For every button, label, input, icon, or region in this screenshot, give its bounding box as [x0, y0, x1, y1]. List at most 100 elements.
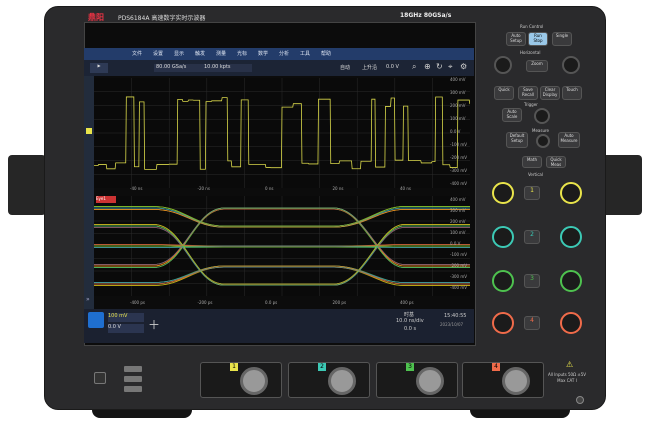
save-recall-button[interactable]: Save Recall	[518, 86, 538, 100]
waveform-plot[interactable]	[94, 78, 470, 188]
ch1-scale-knob[interactable]	[560, 182, 582, 204]
eye-tag: Eye1	[96, 196, 116, 203]
top-x-label: 0 ns	[265, 186, 274, 191]
measure-knob[interactable]	[536, 134, 550, 148]
usb-port-3[interactable]	[124, 386, 142, 392]
clear-display-button[interactable]: Clear Display	[540, 86, 560, 100]
run-stop-button[interactable]: Run Stop	[528, 32, 548, 46]
zoom-button[interactable]: Zoom	[526, 60, 548, 72]
ch4-scale-knob[interactable]	[560, 312, 582, 334]
top-y-label: 300 mV	[450, 90, 466, 95]
ch3-scale-knob[interactable]	[560, 270, 582, 292]
trigger-label: Trigger	[524, 102, 538, 107]
input-rating-note: All Inputs 50Ω ±5V Max CAT I	[548, 372, 586, 383]
measure-label: Measure	[532, 128, 549, 133]
trigger-mode[interactable]: 自动	[340, 64, 350, 71]
model-title: PDS6184A 高速数字实时示波器	[118, 15, 206, 22]
top-x-label: 40 ns	[400, 186, 411, 191]
menu-item-6[interactable]: 数学	[258, 50, 268, 57]
ch1-marker[interactable]	[86, 128, 92, 134]
zoom-icon[interactable]: ⊕	[424, 62, 431, 71]
ch4-bnc-input[interactable]	[502, 367, 530, 395]
ch1-scale[interactable]: 100 mV	[108, 313, 144, 322]
auto-measure-button[interactable]: Auto Measure	[558, 132, 580, 148]
auto-setup-button[interactable]: Auto Setup	[506, 32, 526, 46]
menu-item-2[interactable]: 显示	[174, 50, 184, 57]
add-channel-icon[interactable]: ＋	[148, 316, 160, 333]
trigger-level[interactable]: 0.0 V	[386, 64, 399, 70]
ch2-bnc-input[interactable]	[328, 367, 356, 395]
horizontal-label: Horizontal	[520, 50, 541, 55]
control-panel: Run Control Auto Setup Run Stop Single H…	[484, 22, 588, 352]
touch-button[interactable]: Touch	[562, 86, 582, 100]
top-x-label: -40 ns	[130, 186, 143, 191]
top-y-label: 400 mV	[450, 77, 466, 82]
ch3-bnc-input[interactable]	[416, 367, 444, 395]
timebase-value[interactable]: 10.0 ns/div	[396, 318, 424, 324]
run-control-label: Run Control	[520, 24, 544, 29]
ch1-button[interactable]: 1	[524, 186, 540, 200]
top-y-label: -200 mV	[450, 155, 467, 160]
usb-port-2[interactable]	[124, 376, 142, 382]
ch2-button[interactable]: 2	[524, 230, 540, 244]
eye-y-label: -400 mV	[450, 285, 467, 290]
top-y-label: -400 mV	[450, 181, 467, 186]
clock-date: 2023/10/07	[440, 322, 464, 327]
record-length-field[interactable]: 10.00 kpts	[204, 64, 250, 72]
eye-x-label: -200 ps	[197, 300, 213, 305]
ch1-bnc-input[interactable]	[240, 367, 268, 395]
top-y-label: 200 mV	[450, 103, 466, 108]
quick-meas-button[interactable]: Quick Meas	[546, 156, 566, 168]
ch4-position-knob[interactable]	[492, 312, 514, 334]
menu-item-3[interactable]: 触发	[195, 50, 205, 57]
eye-y-label: 300 mV	[450, 208, 466, 213]
menu-item-5[interactable]: 光标	[237, 50, 247, 57]
horizontal-position-knob[interactable]	[494, 56, 512, 74]
right-handle	[600, 155, 642, 215]
eye-y-label: -100 mV	[450, 252, 467, 257]
ch4-button[interactable]: 4	[524, 316, 540, 330]
menu-item-8[interactable]: 工具	[300, 50, 310, 57]
auto-scale-button[interactable]: Auto Scale	[502, 108, 522, 122]
eye-y-label: -200 mV	[450, 263, 467, 268]
ch3-button[interactable]: 3	[524, 274, 540, 288]
measure-icon[interactable]: ⌖	[448, 62, 453, 72]
single-button[interactable]: Single	[552, 32, 572, 46]
menu-item-0[interactable]: 文件	[132, 50, 142, 57]
clock-time: 15:40:55	[444, 313, 467, 319]
eye-diagram[interactable]	[94, 196, 470, 296]
top-x-label: -20 ns	[197, 186, 210, 191]
settings-icon[interactable]: ⚙	[460, 62, 467, 71]
ch1-select-button[interactable]	[88, 312, 104, 328]
ch2-input-label: 2	[318, 363, 326, 371]
eye-x-label: -400 ps	[130, 300, 145, 305]
menu-item-1[interactable]: 设置	[153, 50, 163, 57]
ch2-position-knob[interactable]	[492, 226, 514, 248]
ch2-scale-knob[interactable]	[560, 226, 582, 248]
vertical-label: Vertical	[528, 172, 543, 177]
trigger-type[interactable]: 上升沿	[362, 64, 377, 71]
expand-icon[interactable]: »	[86, 296, 90, 303]
search-icon[interactable]: ⌕	[412, 62, 416, 72]
ch3-position-knob[interactable]	[492, 270, 514, 292]
channel-side-strip	[84, 76, 94, 309]
run-status-badge[interactable]: ▶	[90, 63, 108, 73]
trigger-level-knob[interactable]	[534, 108, 550, 124]
ch1-offset[interactable]: 0.0 V	[108, 324, 144, 333]
default-setup-button[interactable]: Default Setup	[506, 132, 528, 148]
delay-value[interactable]: 0.0 s	[404, 326, 416, 332]
menu-item-4[interactable]: 测量	[216, 50, 226, 57]
menu-item-9[interactable]: 帮助	[321, 50, 331, 57]
math-button[interactable]: Math	[522, 156, 542, 168]
quick-button[interactable]: Quick	[494, 86, 514, 100]
usb-port-1[interactable]	[124, 366, 142, 372]
ch1-position-knob[interactable]	[492, 182, 514, 204]
horizontal-scale-knob[interactable]	[562, 56, 580, 74]
menu-item-7[interactable]: 分析	[279, 50, 289, 57]
eye-y-label: 0.0 V	[450, 241, 461, 246]
eye-y-label: 400 mV	[450, 197, 466, 202]
power-button[interactable]	[94, 372, 106, 384]
refresh-icon[interactable]: ↻	[436, 62, 443, 71]
ground-terminal[interactable]	[576, 396, 584, 404]
eye-x-label: 200 ps	[332, 300, 347, 305]
